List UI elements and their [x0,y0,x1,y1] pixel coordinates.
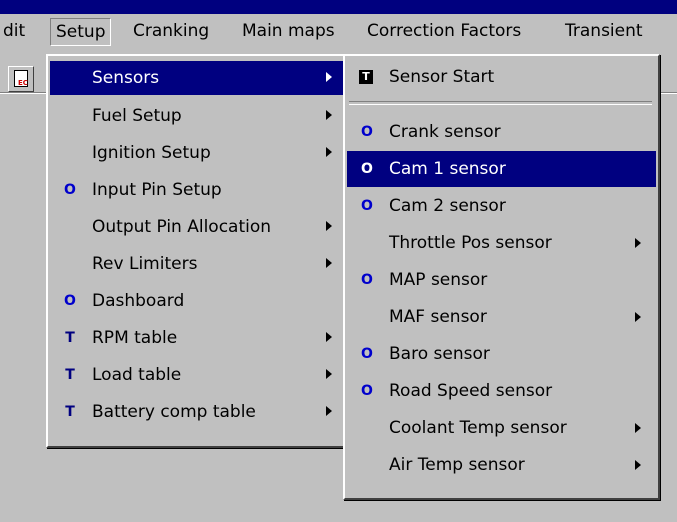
menu-edit[interactable]: dit [0,18,30,44]
setup-menu-item-dashboard[interactable]: O Dashboard [50,283,344,319]
sensors-menu-item-maf-sensor[interactable]: MAF sensor [347,299,656,335]
setup-menu-item-fuel-setup[interactable]: Fuel Setup [50,98,344,134]
menu-item-label: Air Temp sensor [389,455,525,475]
menu-item-label: Crank sensor [389,122,501,142]
menu-item-label: Load table [92,365,182,385]
sensors-menu-item-cam-1-sensor[interactable]: O Cam 1 sensor [347,151,656,187]
sensor-icon: O [361,198,373,214]
sensors-menu-item-cam-2-sensor[interactable]: O Cam 2 sensor [347,188,656,224]
setup-menu-item-rpm-table[interactable]: T RPM table [50,320,344,356]
setup-menu-item-ignition-setup[interactable]: Ignition Setup [50,135,344,171]
menu-item-label: Dashboard [92,291,185,311]
setup-menu-item-battery-comp-table[interactable]: T Battery comp table [50,394,344,430]
menu-item-label: Sensor Start [389,67,495,87]
sensors-menu-item-air-temp-sensor[interactable]: Air Temp sensor [347,447,656,483]
menu-transient[interactable]: Transient [560,18,648,44]
sensor-icon: O [361,124,373,140]
sensors-menu-item-map-sensor[interactable]: O MAP sensor [347,262,656,298]
setup-menu-item-load-table[interactable]: T Load table [50,357,344,393]
setting-icon: O [64,293,76,309]
submenu-arrow-icon [326,72,332,82]
ec-badge-icon: EC [18,79,28,87]
menu-item-label: Sensors [92,68,160,88]
submenu-arrow-icon [326,369,332,379]
menu-item-label: RPM table [92,328,178,348]
sensors-submenu: T Sensor Start O Crank sensor O Cam 1 sensor O… [343,54,660,500]
setup-menu-item-input-pin-setup[interactable]: O Input Pin Setup [50,172,344,208]
menu-separator [349,101,652,105]
sensor-icon: O [361,272,373,288]
menu-item-label: Input Pin Setup [92,180,222,200]
menu-item-label: Cam 1 sensor [389,159,506,179]
sensor-icon: O [361,346,373,362]
table-icon: T [65,367,75,383]
submenu-arrow-icon [635,460,641,470]
submenu-arrow-icon [326,147,332,157]
menu-item-label: Output Pin Allocation [92,217,272,237]
menu-item-label: MAF sensor [389,307,487,327]
sensors-menu-item-road-speed-sensor[interactable]: O Road Speed sensor [347,373,656,409]
setup-menu-item-rev-limiters[interactable]: Rev Limiters [50,246,344,282]
menu-item-label: Coolant Temp sensor [389,418,567,438]
sensors-menu-item-throttle-pos-sensor[interactable]: Throttle Pos sensor [347,225,656,261]
submenu-arrow-icon [635,312,641,322]
menu-setup[interactable]: Setup [50,18,112,46]
submenu-arrow-icon [635,238,641,248]
setup-menu-item-output-pin-allocation[interactable]: Output Pin Allocation [50,209,344,245]
submenu-arrow-icon [326,221,332,231]
table-icon: T [359,70,373,84]
menu-main-maps[interactable]: Main maps [237,18,340,44]
menu-item-label: Road Speed sensor [389,381,553,401]
menu-bar: dit Setup Cranking Main maps Correction … [0,14,677,47]
sensors-menu-item-baro-sensor[interactable]: O Baro sensor [347,336,656,372]
submenu-arrow-icon [635,423,641,433]
menu-item-label: Throttle Pos sensor [389,233,552,253]
menu-item-label: MAP sensor [389,270,488,290]
menu-cranking[interactable]: Cranking [128,18,214,44]
sensors-menu-item-crank-sensor[interactable]: O Crank sensor [347,114,656,150]
setup-menu-item-sensors[interactable]: Sensors [50,61,344,95]
table-icon: T [65,404,75,420]
menu-item-label: Fuel Setup [92,106,182,126]
menu-item-label: Cam 2 sensor [389,196,506,216]
sensor-icon: O [361,161,373,177]
setup-menu: Sensors Fuel Setup Ignition Setup O Input Pi… [46,54,348,448]
title-bar [0,0,677,14]
open-document-button[interactable]: EC [8,66,34,92]
submenu-arrow-icon [326,406,332,416]
sensor-icon: O [361,383,373,399]
menu-correction-factors[interactable]: Correction Factors [362,18,526,44]
table-icon: T [65,330,75,346]
submenu-arrow-icon [326,258,332,268]
submenu-arrow-icon [326,332,332,342]
menu-item-label: Baro sensor [389,344,490,364]
menu-item-label: Ignition Setup [92,143,211,163]
submenu-arrow-icon [326,110,332,120]
sensors-menu-item-coolant-temp-sensor[interactable]: Coolant Temp sensor [347,410,656,446]
menu-item-label: Rev Limiters [92,254,198,274]
sensors-menu-item-sensor-start[interactable]: T Sensor Start [347,59,656,95]
setting-icon: O [64,182,76,198]
menu-item-label: Battery comp table [92,402,256,422]
